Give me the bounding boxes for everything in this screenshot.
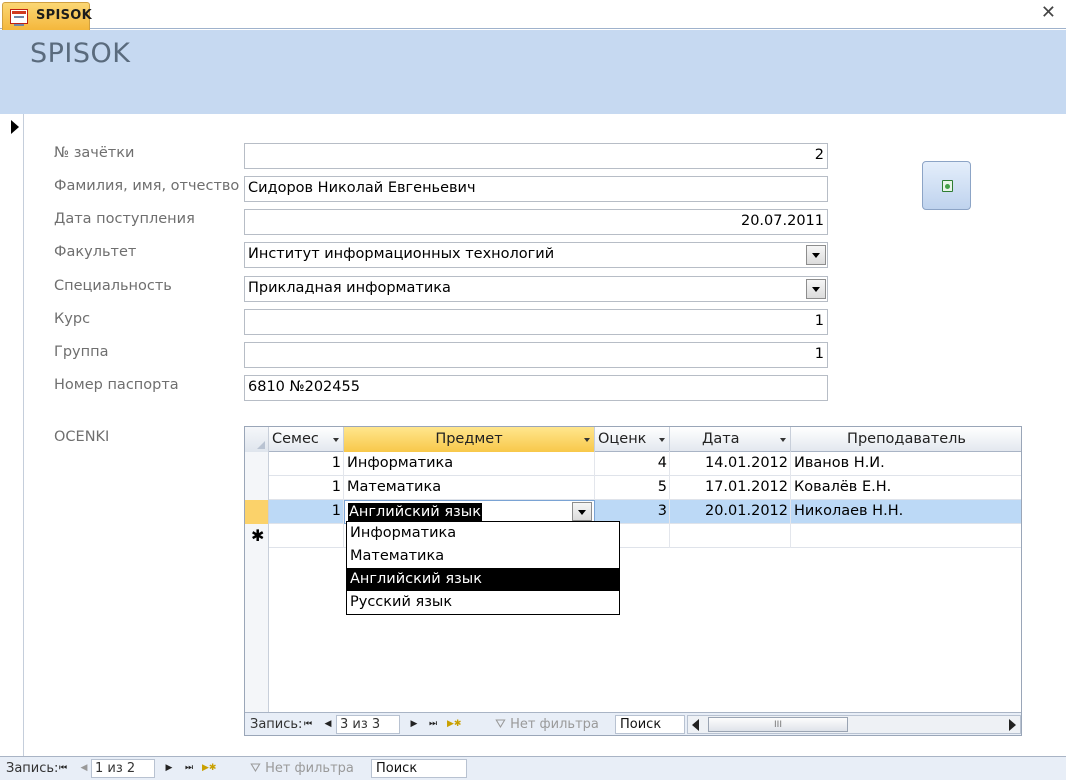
- last-record-icon[interactable]: ⏭: [427, 718, 439, 731]
- cell-date[interactable]: 17.01.2012: [670, 476, 791, 500]
- cell-grade[interactable]: 5: [595, 476, 670, 500]
- course-field[interactable]: 1: [244, 309, 828, 335]
- sort-arrow-icon[interactable]: [333, 438, 339, 442]
- dropdown-arrow-icon[interactable]: [806, 245, 826, 265]
- horizontal-scrollbar[interactable]: III: [687, 715, 1021, 734]
- new-record-nav-icon[interactable]: ▶✱: [447, 718, 461, 731]
- last-record-icon[interactable]: ⏭: [183, 762, 195, 775]
- scroll-left-icon[interactable]: [692, 719, 699, 731]
- cell-teacher[interactable]: Иванов Н.И.: [791, 452, 1021, 476]
- recycle-bin-icon: [942, 180, 953, 192]
- zachetka-field[interactable]: 2: [244, 143, 828, 169]
- record-label: Запись:: [6, 761, 59, 776]
- table-row[interactable]: 1 Информатика 4 14.01.2012 Иванов Н.И.: [245, 452, 1021, 476]
- current-record-arrow-icon: [11, 120, 19, 134]
- subform-label: OCENKI: [54, 429, 110, 445]
- record-selector[interactable]: [0, 114, 24, 756]
- dropdown-option[interactable]: Математика: [347, 545, 619, 568]
- dropdown-option[interactable]: Русский язык: [347, 591, 619, 614]
- cell-empty[interactable]: [670, 524, 791, 548]
- cell-teacher[interactable]: Николаев Н.Н.: [791, 500, 1021, 524]
- label-course: Курс: [54, 311, 91, 327]
- record-number-input[interactable]: 1 из 2: [91, 759, 155, 778]
- cell-semester[interactable]: 1: [269, 476, 344, 500]
- record-label: Запись:: [250, 717, 303, 732]
- header-date[interactable]: Дата: [670, 427, 791, 452]
- label-specialty: Специальность: [54, 278, 172, 294]
- select-all-corner[interactable]: [245, 427, 269, 452]
- cell-empty[interactable]: [269, 524, 344, 548]
- tab-label: SPISOK: [36, 8, 93, 23]
- form-header: SPISOK: [0, 30, 1066, 114]
- date-field[interactable]: 20.07.2011: [244, 209, 828, 235]
- specialty-combo[interactable]: Прикладная информатика: [244, 276, 828, 302]
- scroll-right-icon[interactable]: [1009, 719, 1016, 731]
- new-record-nav-icon[interactable]: ▶✱: [202, 762, 216, 775]
- delete-record-button[interactable]: [922, 161, 971, 210]
- passport-field[interactable]: 6810 №202455: [244, 375, 828, 401]
- fio-field[interactable]: Сидоров Николай Евгеньевич: [244, 176, 828, 202]
- no-filter-button[interactable]: ⛛ Нет фильтра: [250, 761, 354, 776]
- cell-semester[interactable]: 1: [269, 500, 344, 524]
- prev-record-icon[interactable]: ◀: [78, 762, 90, 775]
- row-selector-column: [245, 548, 269, 712]
- dropdown-option[interactable]: Информатика: [347, 522, 619, 545]
- cell-date[interactable]: 14.01.2012: [670, 452, 791, 476]
- dropdown-arrow-icon[interactable]: [806, 279, 826, 299]
- form-title: SPISOK: [30, 38, 131, 69]
- faculty-combo[interactable]: Институт информационных технологий: [244, 242, 828, 268]
- filter-icon: ⛛: [495, 717, 511, 732]
- first-record-icon[interactable]: ⏮: [57, 762, 69, 775]
- subform-navigation-bar: Запись: ⏮ ◀ 3 из 3 ▶ ⏭ ▶✱ ⛛ Нет фильтра …: [245, 712, 1021, 735]
- header-subject[interactable]: Предмет: [344, 427, 595, 452]
- close-icon[interactable]: ✕: [1041, 3, 1056, 23]
- dropdown-option-selected[interactable]: Английский язык: [347, 568, 619, 591]
- next-record-icon[interactable]: ▶: [163, 762, 175, 775]
- group-field[interactable]: 1: [244, 342, 828, 368]
- specialty-value: Прикладная информатика: [248, 280, 451, 296]
- header-teacher[interactable]: Преподаватель: [791, 427, 1021, 452]
- row-selector[interactable]: [245, 476, 269, 500]
- row-selector[interactable]: [245, 452, 269, 476]
- label-fio: Фамилия, имя, отчество: [54, 178, 240, 194]
- prev-record-icon[interactable]: ◀: [322, 718, 334, 731]
- label-passport: Номер паспорта: [54, 377, 179, 393]
- label-group: Группа: [54, 344, 109, 360]
- cell-subject[interactable]: Информатика: [344, 452, 595, 476]
- record-number-input[interactable]: 3 из 3: [336, 715, 400, 734]
- table-row[interactable]: 1 Математика 5 17.01.2012 Ковалёв Е.Н.: [245, 476, 1021, 500]
- sort-arrow-icon[interactable]: [659, 438, 665, 442]
- sort-arrow-icon[interactable]: [584, 438, 590, 442]
- cell-subject[interactable]: Математика: [344, 476, 595, 500]
- column-headers: Семес Предмет Оценк Дата Преподаватель: [245, 427, 1021, 452]
- label-zachetka: № зачётки: [54, 145, 135, 161]
- first-record-icon[interactable]: ⏮: [302, 718, 314, 731]
- cell-teacher[interactable]: Ковалёв Е.Н.: [791, 476, 1021, 500]
- row-selector[interactable]: ✱: [245, 524, 269, 548]
- cell-date[interactable]: 20.01.2012: [670, 500, 791, 524]
- cell-subject[interactable]: Английский язык: [348, 503, 482, 522]
- cell-grade[interactable]: 4: [595, 452, 670, 476]
- header-semester[interactable]: Семес: [269, 427, 344, 452]
- tab-spisok[interactable]: SPISOK: [2, 2, 93, 30]
- filter-icon: ⛛: [250, 761, 266, 776]
- form-icon: [10, 9, 28, 26]
- faculty-value: Институт информационных технологий: [248, 246, 555, 262]
- label-faculty: Факультет: [54, 244, 137, 260]
- new-record-icon: ✱: [251, 526, 265, 545]
- form-navigation-bar: Запись: ⏮ ◀ 1 из 2 ▶ ⏭ ▶✱ ⛛ Нет фильтра …: [0, 756, 1066, 780]
- label-date: Дата поступления: [54, 211, 195, 227]
- row-selector[interactable]: [245, 500, 269, 524]
- search-input[interactable]: Поиск: [615, 715, 685, 734]
- dropdown-arrow-icon[interactable]: [572, 502, 592, 521]
- no-filter-button[interactable]: ⛛ Нет фильтра: [495, 717, 599, 732]
- scroll-thumb[interactable]: III: [708, 717, 848, 732]
- cell-semester[interactable]: 1: [269, 452, 344, 476]
- document-tab-bar: SPISOK ✕: [0, 0, 1066, 30]
- search-input[interactable]: Поиск: [371, 759, 467, 778]
- sort-arrow-icon[interactable]: [780, 438, 786, 442]
- header-grade[interactable]: Оценк: [595, 427, 670, 452]
- subject-dropdown-list: Информатика Математика Английский язык Р…: [346, 521, 620, 615]
- next-record-icon[interactable]: ▶: [408, 718, 420, 731]
